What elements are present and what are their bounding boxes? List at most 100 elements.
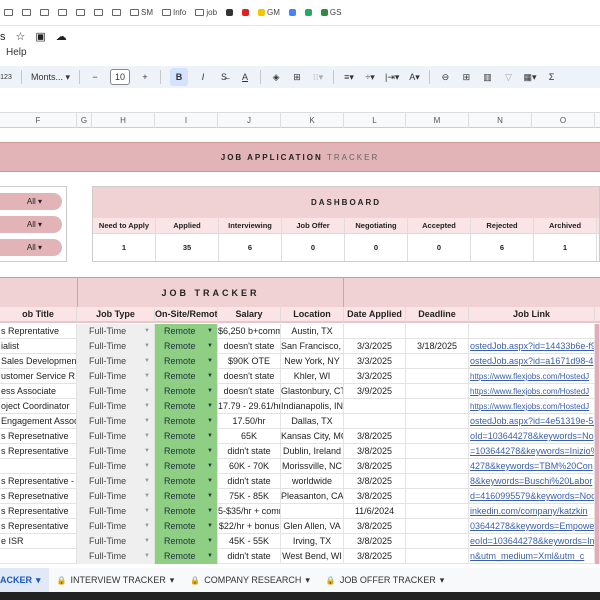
align-icon[interactable]: ≡▾	[343, 68, 355, 86]
work-mode-cell[interactable]: Remote ▼	[155, 429, 218, 444]
work-mode-cell[interactable]: Remote ▼	[155, 504, 218, 519]
column-header[interactable]: L	[344, 113, 406, 128]
vertical-align-icon[interactable]: ÷▾	[364, 68, 376, 86]
fill-color-icon[interactable]: ◈	[270, 68, 282, 86]
cloud-status-icon[interactable]: ☁	[56, 30, 67, 43]
job-type-cell[interactable]: Full-Time ▼	[77, 489, 155, 504]
job-type-cell[interactable]: Full-Time ▼	[77, 369, 155, 384]
job-type-cell[interactable]: Full-Time ▼	[77, 534, 155, 549]
work-mode-cell[interactable]: Remote ▼	[155, 324, 218, 339]
text-wrap-icon[interactable]: |⇥▾	[385, 68, 399, 86]
dropdown-arrow-icon[interactable]: ▼	[144, 399, 150, 414]
job-link-cell[interactable]: inkedin.com/company/katzkin	[469, 504, 595, 519]
dropdown-arrow-icon[interactable]: ▼	[144, 549, 150, 564]
job-link-cell[interactable]: 03644278&keywords=Empowe	[469, 519, 595, 534]
status-cell[interactable]	[595, 549, 600, 564]
sheet-tab[interactable]: 🔒 COMPANY RESEARCH ▾	[182, 568, 318, 592]
dropdown-arrow-icon[interactable]: ▼	[207, 534, 213, 549]
chevron-down-icon[interactable]: ▾	[36, 575, 41, 586]
job-type-cell[interactable]: Full-Time ▼	[77, 414, 155, 429]
dropdown-arrow-icon[interactable]: ▼	[207, 474, 213, 489]
borders-icon[interactable]: ⊞	[291, 68, 303, 86]
dropdown-arrow-icon[interactable]: ▼	[207, 504, 213, 519]
job-type-cell[interactable]: Full-Time ▼	[77, 459, 155, 474]
column-header-5[interactable]: Date Applied	[344, 307, 406, 322]
job-type-cell[interactable]: Full-Time ▼	[77, 429, 155, 444]
status-cell[interactable]	[595, 384, 600, 399]
bookmark-item[interactable]: SM	[130, 8, 153, 17]
chevron-down-icon[interactable]: ▾	[305, 575, 310, 586]
dropdown-arrow-icon[interactable]: ▼	[144, 354, 150, 369]
job-link-cell[interactable]: 4278&keywords=TBM%20Con	[469, 459, 595, 474]
work-mode-cell[interactable]: Remote ▼	[155, 474, 218, 489]
column-header-3[interactable]: Salary	[218, 307, 281, 322]
move-folder-icon[interactable]: ▣	[35, 30, 45, 43]
job-type-cell[interactable]: Full-Time ▼	[77, 549, 155, 564]
dropdown-arrow-icon[interactable]: ▼	[144, 324, 150, 339]
dropdown-arrow-icon[interactable]: ▼	[207, 444, 213, 459]
dropdown-arrow-icon[interactable]: ▼	[144, 429, 150, 444]
dropdown-arrow-icon[interactable]: ▼	[144, 369, 150, 384]
work-mode-cell[interactable]: Remote ▼	[155, 384, 218, 399]
column-header[interactable]: K	[281, 113, 344, 128]
job-link-cell[interactable]: ostedJob.aspx?id=a1671d98-4	[469, 354, 595, 369]
job-type-cell[interactable]: Full-Time ▼	[77, 354, 155, 369]
dropdown-arrow-icon[interactable]: ▼	[207, 489, 213, 504]
job-link-cell[interactable]: 8&keywords=Buschi%20Labor	[469, 474, 595, 489]
status-cell[interactable]	[595, 459, 600, 474]
work-mode-cell[interactable]: Remote ▼	[155, 489, 218, 504]
filter-icon[interactable]: ▽	[502, 68, 514, 86]
status-cell[interactable]	[595, 474, 600, 489]
column-header-2[interactable]: On-Site/Remote	[155, 307, 218, 322]
job-type-cell[interactable]: Full-Time ▼	[77, 324, 155, 339]
column-header[interactable]: G	[77, 113, 92, 128]
sheet-tab[interactable]: 🔒 JOB OFFER TRACKER ▾	[318, 568, 452, 592]
column-header[interactable]: H	[92, 113, 155, 128]
work-mode-cell[interactable]: Remote ▼	[155, 549, 218, 564]
work-mode-cell[interactable]: Remote ▼	[155, 459, 218, 474]
text-color-icon[interactable]: A	[239, 68, 251, 86]
job-link-cell[interactable]: =103644278&keywords=Inizio%	[469, 444, 595, 459]
status-cell[interactable]	[595, 489, 600, 504]
italic-button[interactable]: I	[197, 68, 209, 86]
dropdown-arrow-icon[interactable]: ▼	[144, 339, 150, 354]
merge-cells-icon[interactable]: ⁝⁝▾	[312, 68, 324, 86]
star-icon[interactable]: ☆	[16, 30, 26, 43]
dropdown-arrow-icon[interactable]: ▼	[207, 324, 213, 339]
dropdown-arrow-icon[interactable]: ▼	[207, 549, 213, 564]
column-header[interactable]: I	[155, 113, 218, 128]
work-mode-cell[interactable]: Remote ▼	[155, 354, 218, 369]
work-mode-cell[interactable]: Remote ▼	[155, 339, 218, 354]
strikethrough-icon[interactable]: S̶	[218, 68, 230, 86]
job-type-cell[interactable]: Full-Time ▼	[77, 444, 155, 459]
dropdown-arrow-icon[interactable]: ▼	[144, 459, 150, 474]
dropdown-arrow-icon[interactable]: ▼	[207, 414, 213, 429]
dropdown-arrow-icon[interactable]: ▼	[207, 384, 213, 399]
bookmark-item[interactable]	[40, 9, 49, 16]
sheet-tab[interactable]: 🔒 INTERVIEW TRACKER ▾	[49, 568, 183, 592]
bookmark-item[interactable]	[22, 9, 31, 16]
font-select[interactable]: Monts... ▾	[31, 68, 70, 86]
bookmark-item[interactable]: GM	[258, 8, 280, 17]
job-link-cell[interactable]: n&utm_medium=Xml&utm_c	[469, 549, 595, 564]
filter-views-icon[interactable]: ▦▾	[523, 68, 536, 86]
bookmark-item[interactable]	[242, 9, 250, 16]
job-link-cell[interactable]: ostedJob.aspx?id=4e51319e-5a	[469, 414, 595, 429]
bookmark-item[interactable]	[76, 9, 85, 16]
status-cell[interactable]	[595, 444, 600, 459]
job-link-cell[interactable]: ostedJob.aspx?id=14433b6e-f9	[469, 339, 595, 354]
dropdown-arrow-icon[interactable]: ▼	[144, 444, 150, 459]
bookmark-item[interactable]	[288, 9, 296, 16]
bookmark-item[interactable]: job	[195, 8, 217, 17]
status-cell[interactable]	[595, 399, 600, 414]
status-cell[interactable]	[595, 339, 600, 354]
bold-button[interactable]: B	[170, 68, 189, 86]
status-cell[interactable]	[595, 429, 600, 444]
dropdown-arrow-icon[interactable]: ▼	[207, 519, 213, 534]
filter-dropdown[interactable]: All ▾	[0, 193, 62, 210]
dropdown-arrow-icon[interactable]: ▼	[207, 429, 213, 444]
column-header[interactable]: F	[0, 113, 77, 128]
column-header[interactable]: J	[218, 113, 281, 128]
bookmark-item[interactable]	[304, 9, 312, 16]
decrease-font-icon[interactable]: −	[89, 68, 101, 86]
